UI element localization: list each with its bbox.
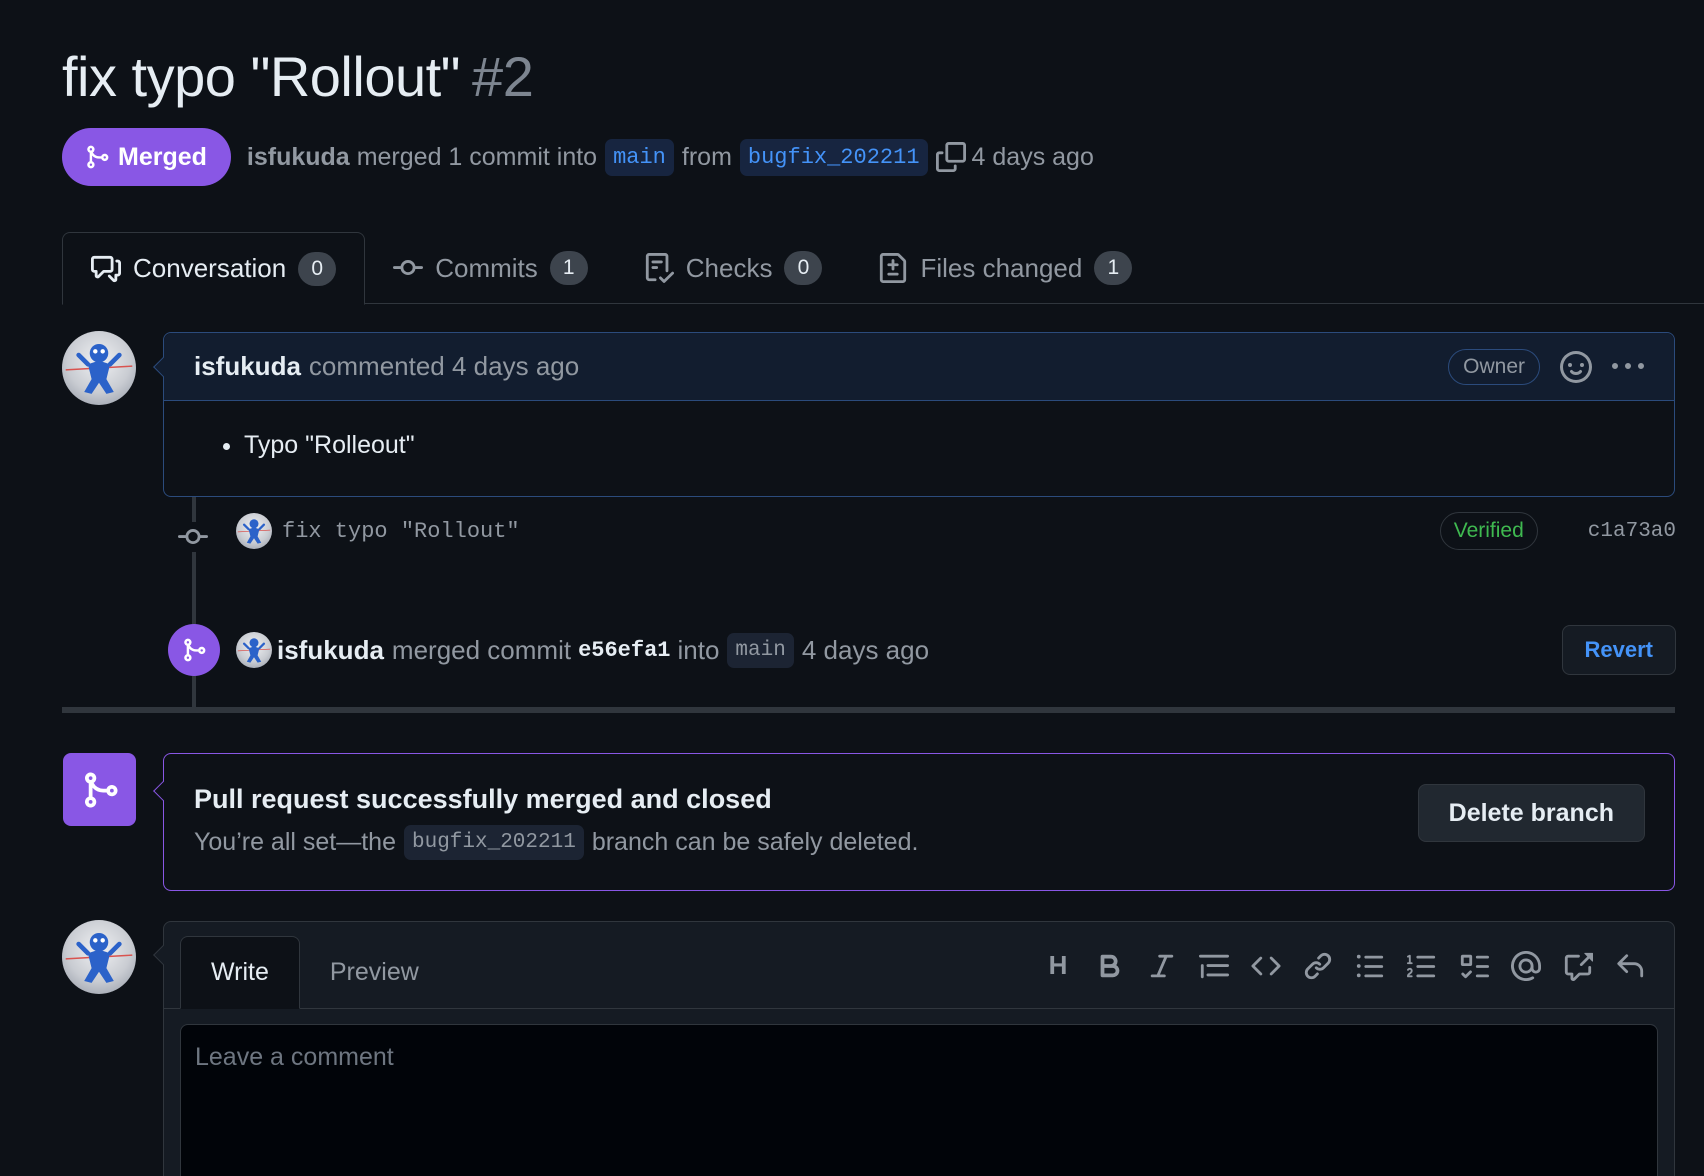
merge-author[interactable]: isfukuda	[277, 635, 384, 666]
mention-icon[interactable]	[1510, 950, 1542, 982]
pr-title-text: fix typo "Rollout"	[62, 45, 461, 108]
tab-conversation[interactable]: Conversation 0	[62, 232, 366, 305]
comment-header: isfukuda commented 4 days ago Owner	[164, 333, 1674, 401]
tab-files-changed[interactable]: Files changed 1	[850, 232, 1160, 304]
tasklist-icon[interactable]	[1458, 950, 1490, 982]
owner-badge: Owner	[1448, 348, 1540, 385]
pr-description-comment: isfukuda commented 4 days ago Owner Typo…	[153, 332, 1675, 497]
delete-branch-button[interactable]: Delete branch	[1417, 784, 1645, 842]
tab-commits[interactable]: Commits 1	[365, 232, 616, 304]
avatar-image	[65, 932, 133, 983]
git-merge-icon	[87, 145, 109, 169]
verified-badge[interactable]: Verified	[1439, 512, 1538, 550]
avatar[interactable]	[62, 920, 136, 994]
comment-editor: Write Preview H	[153, 921, 1675, 1176]
tab-commits-label: Commits	[435, 252, 538, 283]
smiley-icon[interactable]	[1560, 350, 1592, 383]
tab-preview[interactable]: Preview	[300, 936, 449, 1008]
avatar[interactable]	[236, 632, 272, 668]
quote-icon[interactable]	[1198, 950, 1230, 982]
pr-tabs: Conversation 0 Commits 1 Checks 0 Files …	[62, 232, 1704, 305]
commit-message-link[interactable]: fix typo "Rollout"	[282, 519, 520, 544]
avatar[interactable]	[236, 513, 272, 549]
merged-state-label: Merged	[118, 142, 207, 171]
tab-files-changed-label: Files changed	[920, 252, 1083, 283]
git-merge-icon	[184, 638, 206, 662]
copy-icon[interactable]	[935, 142, 966, 172]
file-diff-icon	[880, 253, 907, 283]
italic-icon[interactable]	[1146, 950, 1178, 982]
unordered-list-icon[interactable]	[1354, 950, 1386, 982]
merge-text: merged commit	[391, 634, 572, 665]
merged-branch-name: bugfix_202211	[403, 825, 584, 860]
commit-sha-link[interactable]: c1a73a0	[1588, 520, 1676, 543]
merge-commit-sha[interactable]: e56efa1	[578, 638, 670, 663]
kebab-horizontal-icon[interactable]	[1612, 351, 1644, 383]
tab-checks-count: 0	[784, 251, 823, 285]
git-commit-icon	[178, 522, 208, 552]
merged-status-icon	[63, 753, 136, 826]
git-commit-icon	[393, 260, 424, 276]
avatar[interactable]	[62, 331, 136, 405]
reply-icon[interactable]	[1614, 950, 1646, 982]
merge-into-text: into	[677, 634, 720, 665]
comment-textarea[interactable]	[180, 1024, 1658, 1176]
base-branch-link[interactable]: main	[605, 138, 674, 176]
tab-checks-label: Checks	[685, 252, 773, 283]
avatar-image	[65, 343, 133, 394]
tab-write[interactable]: Write	[180, 936, 300, 1009]
checklist-icon	[645, 253, 674, 283]
pr-meta: Merged isfukuda merged 1 commit into mai…	[62, 128, 1094, 186]
tab-commits-count: 1	[549, 251, 588, 285]
cross-reference-icon[interactable]	[1562, 950, 1594, 982]
merged-box-pointer	[153, 781, 173, 801]
revert-button[interactable]: Revert	[1561, 625, 1676, 675]
code-icon[interactable]	[1250, 950, 1282, 982]
comment-discussion-icon	[91, 255, 121, 282]
bold-icon[interactable]	[1094, 950, 1126, 982]
link-icon[interactable]	[1302, 950, 1334, 982]
comment-body: Typo "Rolleout"	[164, 401, 1674, 460]
merge-base-branch[interactable]: main	[727, 632, 794, 668]
git-merge-icon	[84, 772, 118, 807]
avatar-image	[237, 519, 271, 544]
timeline-divider	[62, 707, 1675, 713]
from-text: from	[681, 142, 732, 171]
merge-event-badge	[168, 624, 220, 676]
pr-title: fix typo "Rollout" #2	[62, 44, 534, 109]
comment-author[interactable]: isfukuda	[194, 351, 301, 382]
merged-state-badge: Merged	[62, 128, 231, 186]
tab-checks[interactable]: Checks 0	[616, 232, 851, 304]
pr-author-link[interactable]: isfukuda	[247, 143, 350, 172]
comment-action: commented 4 days ago	[308, 351, 580, 381]
markdown-toolbar: H	[1042, 922, 1646, 1009]
commit-event: fix typo "Rollout" Verified c1a73a0	[236, 510, 1676, 552]
tab-conversation-label: Conversation	[133, 253, 287, 283]
ordered-list-icon[interactable]	[1406, 950, 1438, 982]
tab-files-changed-count: 1	[1094, 251, 1133, 285]
tab-conversation-count: 0	[298, 251, 337, 286]
pr-number: #2	[472, 45, 534, 108]
avatar-image	[237, 638, 271, 663]
merge-event: isfukuda merged commit e56efa1 into main…	[236, 625, 1676, 675]
merged-subtext-before: You’re all set—the	[194, 828, 396, 856]
merged-subtext-after: branch can be safely deleted.	[591, 828, 919, 856]
comment-list-item: Typo "Rolleout"	[244, 431, 1674, 460]
merge-summary-text: merged 1 commit into	[356, 142, 598, 171]
merge-time: 4 days ago	[801, 634, 930, 665]
head-branch-link[interactable]: bugfix_202211	[739, 138, 928, 176]
heading-icon[interactable]: H	[1042, 950, 1074, 982]
pr-time: 4 days ago	[971, 142, 1094, 171]
merged-status-box: Pull request successfully merged and clo…	[153, 753, 1675, 891]
